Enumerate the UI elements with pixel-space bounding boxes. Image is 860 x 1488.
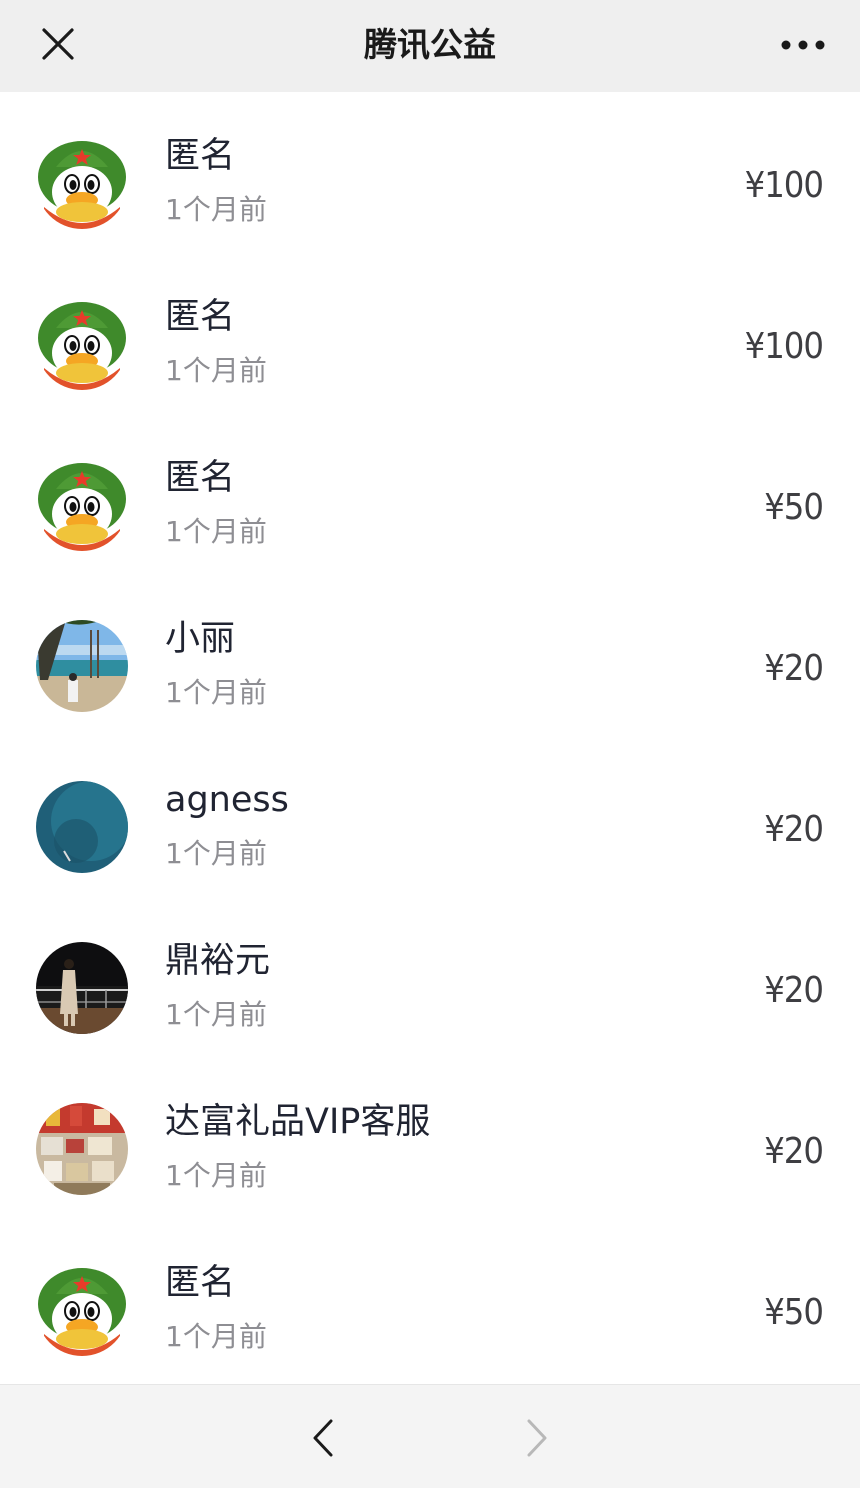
- donation-time: 1个月前: [165, 1320, 267, 1353]
- donation-row[interactable]: 匿名 1个月前 ¥50: [0, 414, 860, 575]
- donation-amount: ¥20: [764, 648, 824, 689]
- chevron-left-icon: [313, 1419, 333, 1457]
- donor-name: 小丽: [165, 619, 236, 659]
- qq-penguin-avatar: [36, 459, 128, 551]
- bottom-navigation-bar: [0, 1384, 860, 1488]
- page-title: 腾讯公益: [364, 25, 496, 64]
- night-portrait-avatar: [36, 942, 128, 1034]
- forward-button[interactable]: [510, 1413, 560, 1463]
- more-horizontal-icon: [781, 40, 825, 50]
- title-bar: 腾讯公益: [0, 0, 860, 92]
- donation-time: 1个月前: [165, 193, 267, 226]
- donation-time: 1个月前: [165, 515, 267, 548]
- donation-row[interactable]: 匿名 1个月前 ¥100: [0, 92, 860, 253]
- qq-penguin-avatar: [36, 137, 128, 229]
- qq-penguin-avatar: [36, 298, 128, 390]
- donor-name: 达富礼品VIP客服: [165, 1102, 431, 1142]
- donation-amount: ¥50: [764, 487, 824, 528]
- chevron-right-icon: [527, 1419, 547, 1457]
- donation-row[interactable]: 小丽 1个月前 ¥20: [0, 575, 860, 736]
- donation-amount: ¥20: [764, 970, 824, 1011]
- donation-amount: ¥100: [744, 326, 824, 367]
- donation-amount: ¥20: [764, 809, 824, 850]
- donation-amount: ¥50: [764, 1292, 824, 1333]
- donation-row[interactable]: 鼎裕元 1个月前 ¥20: [0, 897, 860, 1058]
- donation-time: 1个月前: [165, 998, 267, 1031]
- donation-row[interactable]: 匿名 1个月前 ¥50: [0, 1219, 860, 1380]
- donation-time: 1个月前: [165, 676, 267, 709]
- back-button[interactable]: [300, 1413, 350, 1463]
- donation-time: 1个月前: [165, 354, 267, 387]
- qq-penguin-avatar: [36, 1264, 128, 1356]
- donation-row[interactable]: 达富礼品VIP客服 1个月前 ¥20: [0, 1058, 860, 1219]
- donor-name: 匿名: [165, 297, 236, 337]
- donation-list: 匿名 1个月前 ¥100 匿名 1个月前 ¥100 匿名 1个月前 ¥50 小丽…: [0, 92, 860, 1380]
- gift-display-avatar: [36, 1103, 128, 1195]
- blue-water-photo-avatar: [36, 781, 128, 873]
- donor-name: agness: [165, 780, 289, 820]
- more-button[interactable]: [776, 24, 830, 66]
- donation-time: 1个月前: [165, 837, 267, 870]
- donation-row[interactable]: agness 1个月前 ¥20: [0, 736, 860, 897]
- donation-time: 1个月前: [165, 1159, 267, 1192]
- donation-row[interactable]: 匿名 1个月前 ¥100: [0, 253, 860, 414]
- donation-amount: ¥100: [744, 165, 824, 206]
- donor-name: 鼎裕元: [165, 941, 271, 981]
- donor-name: 匿名: [165, 1263, 236, 1303]
- donor-name: 匿名: [165, 136, 236, 176]
- beach-photo-avatar: [36, 620, 128, 712]
- donation-amount: ¥20: [764, 1131, 824, 1172]
- donor-name: 匿名: [165, 458, 236, 498]
